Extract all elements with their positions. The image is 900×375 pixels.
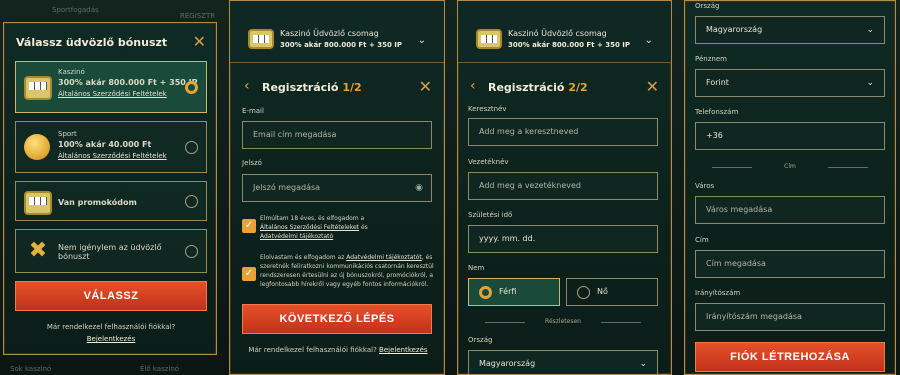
email-field[interactable]: Email cím megadása	[242, 121, 432, 149]
chevron-down-icon: ⌄	[866, 25, 874, 35]
dob-field[interactable]: yyyy. mm. dd.	[468, 225, 658, 253]
currency-label: Pénznem	[695, 55, 727, 63]
bonus-sub: 300% akár 800.000 Ft + 350 IP	[508, 41, 631, 49]
first-name-field[interactable]: Add meg a keresztneved	[468, 118, 658, 146]
option-kicker: Sport	[58, 130, 77, 138]
dob-label: Születési idő	[468, 211, 513, 219]
radio-selected[interactable]	[185, 81, 198, 94]
checkbox-marketing-text: Elolvastam és elfogadom az Adatvédelmi t…	[260, 254, 434, 288]
eye-icon[interactable]: ◉	[415, 175, 423, 201]
first-name-label: Keresztnév	[468, 105, 507, 113]
bonus-option-promo[interactable]: Van promokódom	[15, 181, 207, 221]
bonus-title: Kaszinó Üdvözlő csomag	[280, 29, 379, 38]
modal-title: Válassz üdvözlő bónuszt	[16, 36, 168, 49]
checkbox-age-terms[interactable]: ✓	[242, 219, 256, 233]
radio-unselected[interactable]	[577, 286, 590, 299]
last-name-field[interactable]: Add meg a vezetékneved	[468, 172, 658, 200]
bg-nav-text: Sportfogadás	[52, 6, 99, 14]
bonus-option-none[interactable]: ✖ Nem igénylem az üdvözlő bónuszt	[15, 229, 207, 273]
bg-footer-text: Sok kaszinó	[10, 365, 52, 373]
slot-machine-icon	[24, 191, 52, 215]
slot-machine-icon	[248, 29, 274, 49]
bonus-summary[interactable]: Kaszinó Üdvözlő csomag 300% akár 800.000…	[230, 1, 444, 63]
radio-unselected[interactable]	[185, 245, 198, 258]
chevron-down-icon[interactable]: ⌄	[418, 35, 426, 46]
option-kicker: Kaszinó	[58, 68, 85, 76]
option-headline: 300% akár 800.000 Ft + 350 IP	[58, 78, 198, 87]
password-label: Jelszó	[242, 159, 262, 167]
x-icon: ✖	[28, 238, 48, 263]
gender-male-option[interactable]: Férfi	[468, 278, 560, 306]
chevron-down-icon: ⌄	[639, 359, 647, 369]
address-field[interactable]: Cím megadása	[695, 250, 885, 278]
password-field[interactable]: Jelszó megadása ◉	[242, 174, 432, 202]
option-headline: Nem igénylem az üdvözlő bónuszt	[58, 243, 162, 261]
registration-step1: Kaszinó Üdvözlő csomag 300% akár 800.000…	[229, 0, 445, 375]
bg-nav-text-2: REGISZTR	[180, 12, 216, 20]
registration-step2-continued: Ország Magyarország ⌄ Pénznem Forint ⌄ Tel…	[684, 0, 896, 375]
section-separator: Cím	[712, 163, 868, 170]
bonus-title: Kaszinó Üdvözlő csomag	[508, 29, 607, 38]
chevron-down-icon[interactable]: ⌄	[645, 35, 653, 46]
radio-unselected[interactable]	[185, 141, 198, 154]
back-arrow-icon[interactable]: ‹	[244, 78, 250, 94]
bonus-summary[interactable]: Kaszinó Üdvözlő csomag 300% akár 800.000…	[458, 1, 671, 63]
football-icon	[24, 134, 50, 160]
country-label: Ország	[695, 2, 720, 10]
zip-label: Irányítószám	[695, 289, 741, 297]
gender-label: Nem	[468, 264, 485, 272]
option-headline: 100% akár 40.000 Ft	[58, 140, 152, 149]
next-step-button[interactable]: KÖVETKEZŐ LÉPÉS	[242, 304, 432, 334]
country-label: Ország	[468, 336, 493, 344]
city-field[interactable]: Város megadása	[695, 196, 885, 224]
section-separator: Részletesen	[485, 318, 641, 325]
slot-machine-icon	[24, 76, 52, 100]
reg-title: Regisztráció 1/2	[262, 81, 362, 94]
phone-label: Telefonszám	[695, 108, 739, 116]
terms-link[interactable]: Általános Szerződési Feltételek	[58, 152, 167, 160]
radio-selected[interactable]	[479, 286, 492, 299]
back-arrow-icon[interactable]: ‹	[470, 78, 476, 94]
close-icon[interactable]: ✕	[646, 79, 659, 95]
bonus-option-casino[interactable]: Kaszinó 300% akár 800.000 Ft + 350 IP Ál…	[15, 61, 207, 113]
login-row: Már rendelkezel felhasználói fiókkal? Be…	[248, 346, 428, 354]
country-select[interactable]: Magyarország ⌄	[468, 350, 658, 374]
chevron-down-icon: ⌄	[866, 78, 874, 88]
address-label: Cím	[695, 236, 709, 244]
slot-machine-icon	[476, 29, 502, 49]
close-icon[interactable]: ✕	[419, 79, 432, 95]
reg-title: Regisztráció 2/2	[488, 81, 588, 94]
checkbox-age-text: Elmúltam 18 éves, és elfogadom a Általán…	[260, 215, 368, 240]
checkbox-marketing[interactable]: ✓	[242, 267, 256, 281]
email-label: E-mail	[242, 107, 264, 115]
login-question: Már rendelkezel felhasználói fiókkal?	[46, 323, 176, 331]
gender-female-option[interactable]: Nő	[566, 278, 658, 306]
bonus-option-sport[interactable]: Sport 100% akár 40.000 Ft Általános Szer…	[15, 121, 207, 173]
phone-field[interactable]: +36	[695, 122, 885, 150]
bonus-sub: 300% akár 800.000 Ft + 350 IP	[280, 41, 403, 49]
login-link[interactable]: Bejelentkezés	[379, 346, 428, 354]
city-label: Város	[695, 182, 715, 190]
login-link[interactable]: Bejelentkezés	[4, 335, 216, 343]
currency-select[interactable]: Forint ⌄	[695, 69, 885, 97]
terms-link[interactable]: Általános Szerződési Feltételek	[58, 90, 197, 98]
bonus-select-modal: Válassz üdvözlő bónuszt ✕ Kaszinó 300% a…	[3, 22, 217, 355]
option-headline: Van promokódom	[58, 198, 137, 207]
last-name-label: Vezetéknév	[468, 158, 509, 166]
bg-footer-text-2: Élő kaszinó	[140, 365, 180, 373]
registration-step2: Kaszinó Üdvözlő csomag 300% akár 800.000…	[457, 0, 672, 375]
radio-unselected[interactable]	[185, 195, 198, 208]
create-account-button[interactable]: FIÓK LÉTREHOZÁSA	[695, 342, 885, 372]
choose-button[interactable]: VÁLASSZ	[15, 281, 207, 311]
country-select[interactable]: Magyarország ⌄	[695, 16, 885, 44]
zip-field[interactable]: Irányítószám megadása	[695, 303, 885, 331]
close-icon[interactable]: ✕	[193, 34, 206, 50]
